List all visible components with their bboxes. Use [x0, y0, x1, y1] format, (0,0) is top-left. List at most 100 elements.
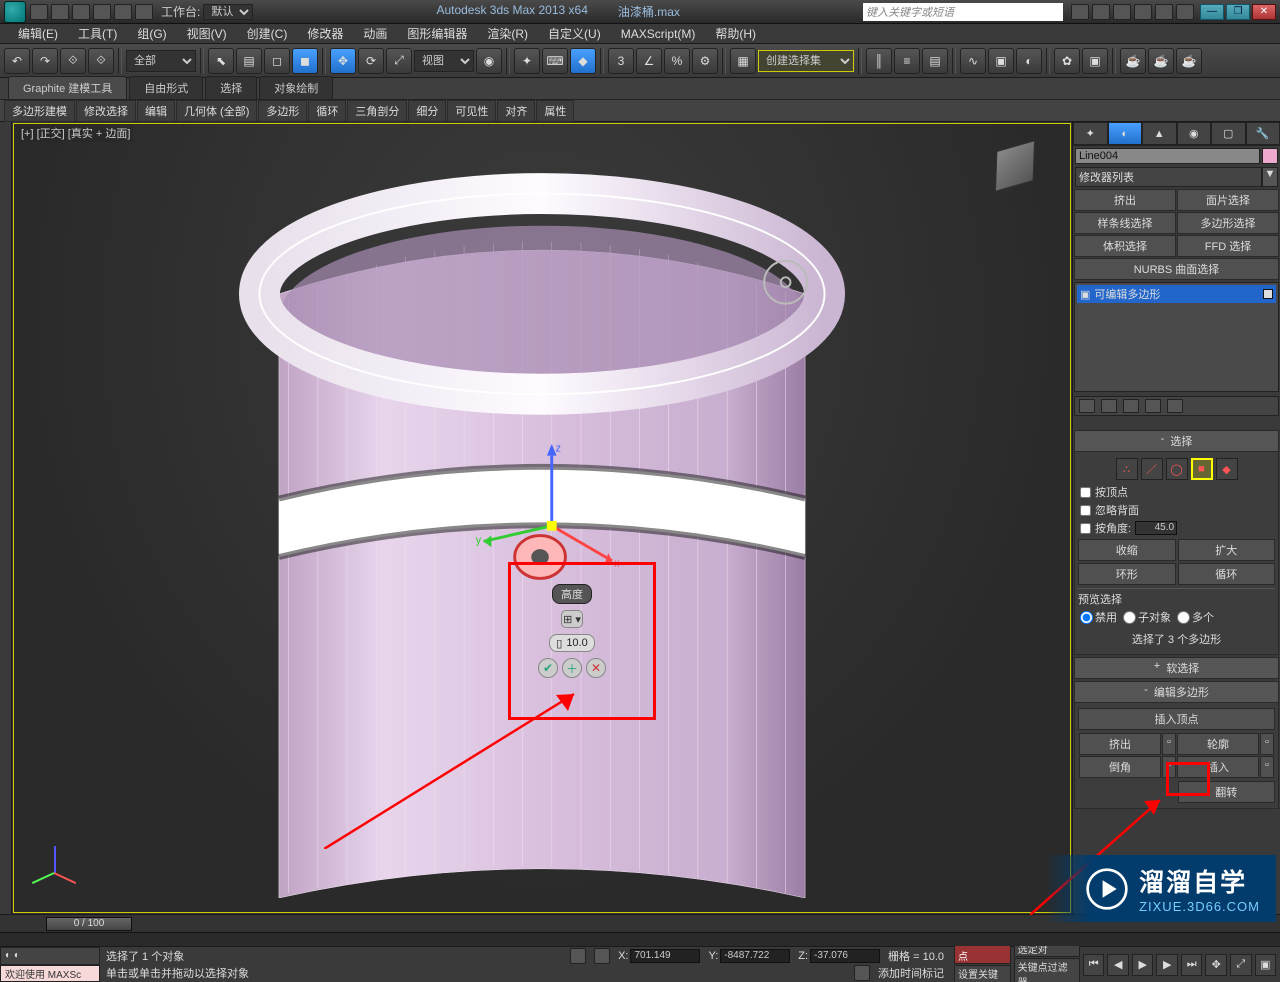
- qa-icon[interactable]: [114, 4, 132, 20]
- caddy-cancel-icon[interactable]: ✕: [586, 658, 606, 678]
- config-icon[interactable]: [1167, 399, 1183, 413]
- angle-spinner[interactable]: 45.0: [1135, 521, 1177, 535]
- outline-button[interactable]: 轮廓: [1177, 733, 1259, 755]
- modifier-list-dropdown[interactable]: ▼: [1262, 167, 1278, 187]
- snap3-icon[interactable]: 3: [608, 48, 634, 74]
- min-button[interactable]: —: [1200, 4, 1224, 20]
- qa-icon[interactable]: [135, 4, 153, 20]
- graphite-tab[interactable]: 自由形式: [129, 76, 203, 99]
- loop-button[interactable]: 循环: [1178, 563, 1276, 585]
- ic-icon[interactable]: [1071, 4, 1089, 20]
- menu-item[interactable]: 自定义(U): [538, 23, 611, 44]
- time-slider-knob[interactable]: 0 / 100: [46, 917, 132, 931]
- unlink-icon[interactable]: ⟐: [88, 48, 114, 74]
- preview-off-radio[interactable]: 禁用: [1080, 609, 1117, 625]
- inset-button[interactable]: 插入: [1177, 756, 1259, 778]
- named-sets-input[interactable]: 创建选择集: [758, 50, 854, 72]
- asnap-icon[interactable]: ∠: [636, 48, 662, 74]
- psnap-icon[interactable]: %: [664, 48, 690, 74]
- iso-icon[interactable]: [594, 948, 610, 964]
- ic-icon[interactable]: [1113, 4, 1131, 20]
- mod-button[interactable]: 面片选择: [1177, 189, 1279, 211]
- qa-icon[interactable]: [51, 4, 69, 20]
- rollout-head[interactable]: +软选择: [1074, 657, 1279, 679]
- mod-button[interactable]: 样条线选择: [1074, 212, 1176, 234]
- curve-ed-icon[interactable]: ∿: [960, 48, 986, 74]
- object-name-field[interactable]: [1075, 148, 1260, 164]
- mod-button[interactable]: FFD 选择: [1177, 235, 1279, 257]
- create-tab-icon[interactable]: ✦: [1073, 122, 1108, 145]
- coord-z[interactable]: -37.076: [810, 949, 880, 963]
- mod-button[interactable]: 体积选择: [1074, 235, 1176, 257]
- bevel-settings-icon[interactable]: ▫: [1162, 756, 1176, 778]
- menu-item[interactable]: 视图(V): [177, 23, 237, 44]
- next-key-icon[interactable]: ⏭: [1181, 954, 1203, 976]
- rotate-icon[interactable]: ⟳: [358, 48, 384, 74]
- menu-item[interactable]: MAXScript(M): [611, 25, 706, 43]
- shrink-button[interactable]: 收缩: [1078, 539, 1176, 561]
- keyfilter-button[interactable]: 关键点过滤器: [1014, 958, 1080, 982]
- rollout-head[interactable]: -编辑多边形: [1074, 681, 1279, 703]
- nav-icon[interactable]: ✥: [1205, 954, 1227, 976]
- graphite-panel[interactable]: 细分: [408, 100, 446, 122]
- move-icon[interactable]: ✥: [330, 48, 356, 74]
- rect-marquee-icon[interactable]: ◻: [264, 48, 290, 74]
- graphite-panel[interactable]: 多边形建模: [4, 100, 75, 122]
- graphite-panel[interactable]: 属性: [536, 100, 574, 122]
- window-crossing-icon[interactable]: ◼: [292, 48, 318, 74]
- mirror-icon[interactable]: ║: [866, 48, 892, 74]
- bevel-button[interactable]: 倒角: [1079, 756, 1161, 778]
- pin-icon[interactable]: [1079, 399, 1095, 413]
- ic-icon[interactable]: [1176, 4, 1194, 20]
- rendered-frame-icon[interactable]: ▣: [1082, 48, 1108, 74]
- align-icon[interactable]: ≡: [894, 48, 920, 74]
- qa-icon[interactable]: [30, 4, 48, 20]
- caddy-value-input[interactable]: ▯10.0: [549, 634, 595, 652]
- qa-icon[interactable]: [93, 4, 111, 20]
- show-end-icon[interactable]: [1101, 399, 1117, 413]
- display-tab-icon[interactable]: ▢: [1211, 122, 1246, 145]
- schematic-icon[interactable]: ▣: [988, 48, 1014, 74]
- prev-key-icon[interactable]: ⏮: [1083, 954, 1105, 976]
- render-setup-icon[interactable]: ✿: [1054, 48, 1080, 74]
- render-as-icon[interactable]: ☕: [1176, 48, 1202, 74]
- nav-icon[interactable]: ▣: [1255, 954, 1277, 976]
- menu-item[interactable]: 编辑(E): [8, 23, 68, 44]
- setkey-button[interactable]: 设置关键点: [954, 965, 1011, 982]
- mod-button[interactable]: 多边形选择: [1177, 212, 1279, 234]
- coord-x[interactable]: 701.149: [630, 949, 700, 963]
- snap-icon[interactable]: ◆: [570, 48, 596, 74]
- menu-item[interactable]: 工具(T): [68, 23, 127, 44]
- ic-icon[interactable]: [1092, 4, 1110, 20]
- link-icon[interactable]: ⟐: [60, 48, 86, 74]
- preview-sub-radio[interactable]: 子对象: [1123, 609, 1171, 625]
- menu-item[interactable]: 修改器: [297, 23, 353, 44]
- modify-tab-icon[interactable]: ◐: [1108, 122, 1143, 145]
- max-button[interactable]: ❐: [1226, 4, 1250, 20]
- caddy-mode-button[interactable]: ⊞ ▾: [561, 610, 583, 628]
- hierarchy-tab-icon[interactable]: ▲: [1142, 122, 1177, 145]
- graphite-panel[interactable]: 三角剖分: [347, 100, 407, 122]
- flip-button[interactable]: 翻转: [1178, 781, 1276, 803]
- ignore-backface-checkbox[interactable]: [1080, 505, 1091, 516]
- select-name-icon[interactable]: ▤: [236, 48, 262, 74]
- mod-button[interactable]: 挤出: [1074, 189, 1176, 211]
- ic-icon[interactable]: [1134, 4, 1152, 20]
- time-ruler[interactable]: [0, 932, 1280, 946]
- close-button[interactable]: ✕: [1252, 4, 1276, 20]
- vertex-icon[interactable]: ∴: [1116, 458, 1138, 480]
- graphite-panel[interactable]: 可见性: [447, 100, 496, 122]
- extrude-button[interactable]: 挤出: [1079, 733, 1161, 755]
- menu-item[interactable]: 帮助(H): [705, 23, 766, 44]
- coord-y[interactable]: -8487.722: [720, 949, 790, 963]
- insert-vert-button[interactable]: 插入顶点: [1078, 708, 1275, 730]
- outline-settings-icon[interactable]: ▫: [1260, 733, 1274, 755]
- menu-item[interactable]: 组(G): [127, 23, 176, 44]
- menu-item[interactable]: 动画: [353, 23, 397, 44]
- menu-item[interactable]: 创建(C): [237, 23, 298, 44]
- by-angle-checkbox[interactable]: [1080, 523, 1091, 534]
- graphite-panel[interactable]: 几何体 (全部): [176, 100, 257, 122]
- play-icon[interactable]: ▶: [1132, 954, 1154, 976]
- viewcube[interactable]: [984, 136, 1046, 198]
- caddy-title[interactable]: 高度: [552, 584, 592, 604]
